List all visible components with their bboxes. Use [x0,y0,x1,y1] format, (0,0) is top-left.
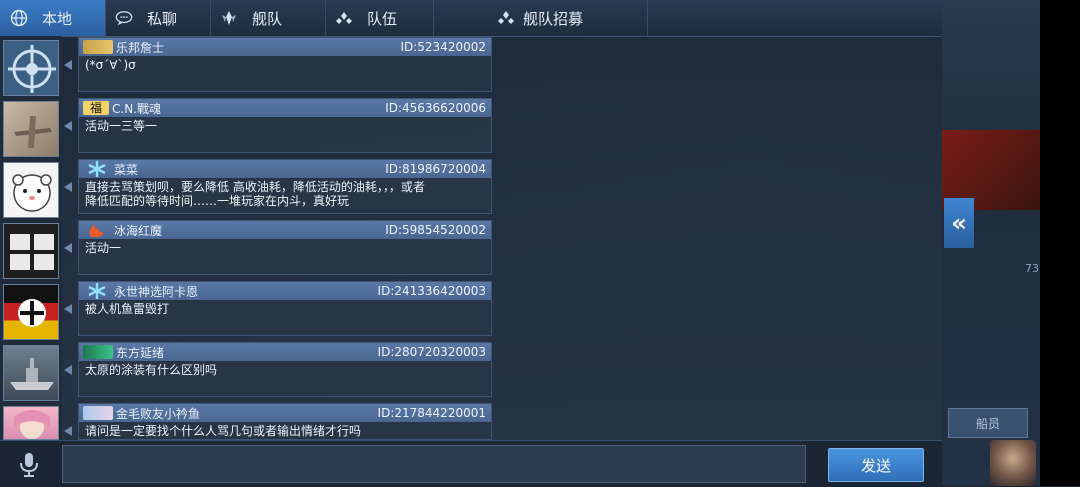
message-header: 菜菜 ID:81986720004 [79,160,491,178]
message-text: 直接去骂策划呗，要么降低 高收油耗，降低活动的油耗，，，或者降低匹配的等待时间…… [85,180,425,208]
arrow-indicator [64,60,72,70]
avatar[interactable] [3,406,59,440]
chat-message[interactable]: 乐邦詹士 ID:523420002 (*σ´∀`)σ [78,37,492,92]
collapse-panel-button[interactable]: « [944,198,974,248]
message-text: 活动一 [85,241,122,255]
sender-id: ID:280720320003 [377,345,486,359]
message-header: 东方延绪 ID:280720320003 [79,343,491,361]
leaf-badge-icon [83,345,113,359]
avatar-column [0,36,62,440]
sender-name: 冰海红魔 [114,223,163,238]
chat-text-input[interactable] [62,445,806,483]
tab-fleet[interactable]: 舰队 [210,0,326,36]
chat-message[interactable]: 永世神选阿卡恩 ID:241336420003 被人机鱼雷毁打 [78,281,492,336]
rank-badge-icon [83,40,113,54]
chat-input-bar: 发送 [0,440,942,487]
message-text: (*σ´∀`)σ [85,58,136,72]
sender-name: 乐邦詹士 [116,40,165,55]
fortune-badge-icon: 福 [83,101,109,115]
sender-id: ID:81986720004 [385,162,486,176]
voice-input-button[interactable] [0,441,58,487]
sender-name: 菜菜 [114,162,139,177]
crew-tab[interactable]: 船员 [948,408,1028,438]
tab-label: 本地 [42,9,73,28]
chat-tabs: 本地 私聊 舰队 队伍 舰队招募 [0,0,942,37]
double-chevron-left-icon: « [951,209,967,237]
chat-message[interactable]: 金毛败友小衿鱼 ID:217844220001 请问是一定要找个什么人骂几句或者… [78,403,492,440]
chat-message[interactable]: 东方延绪 ID:280720320003 太原的涂装有什么区别吗 [78,342,492,397]
sender-name: C.N.戰魂 [112,101,161,116]
sender-id: ID:241336420003 [377,284,486,298]
portrait-badge-icon [83,406,113,420]
globe-icon [10,9,28,27]
arrow-indicator [64,243,72,253]
avatar[interactable] [3,101,59,157]
tab-fleet-recruit[interactable]: 舰队招募 [433,0,648,36]
screen-edge [1040,0,1080,486]
sender-name: 东方延绪 [116,345,165,360]
arrow-indicator [64,182,72,192]
sender-name: 永世神选阿卡恩 [114,284,199,299]
sender-id: ID:217844220001 [377,406,486,420]
chat-message[interactable]: 福 C.N.戰魂 ID:45636620006 活动一三等一 [78,98,492,153]
avatar[interactable] [3,284,59,340]
chat-message[interactable]: 菜菜 ID:81986720004 直接去骂策划呗，要么降低 高收油耗，降低活动… [78,159,492,214]
sender-id: ID:45636620006 [385,101,486,115]
message-header: 福 C.N.戰魂 ID:45636620006 [79,99,491,117]
chat-message[interactable]: 冰海红魔 ID:59854520002 活动一 [78,220,492,275]
flame-badge-icon [83,223,111,237]
tab-private-chat[interactable]: 私聊 [105,0,211,36]
recruit-icon [497,9,515,27]
avatar[interactable] [3,223,59,279]
tab-team[interactable]: 队伍 [325,0,434,36]
message-header: 金毛败友小衿鱼 ID:217844220001 [79,404,491,422]
message-header: 乐邦詹士 ID:523420002 [79,38,491,56]
fleet-emblem-icon [220,9,238,27]
microphone-icon [20,453,38,477]
tab-label: 私聊 [147,9,178,28]
snowflake-badge-icon [83,283,111,299]
team-icon [335,9,353,27]
arrow-indicator [64,426,72,436]
arrow-indicator [64,304,72,314]
send-button[interactable]: 发送 [828,448,924,482]
snowflake-badge-icon [83,161,111,177]
avatar[interactable] [3,162,59,218]
message-text: 被人机鱼雷毁打 [85,302,170,316]
message-header: 永世神选阿卡恩 ID:241336420003 [79,282,491,300]
tab-local[interactable]: 本地 [0,0,106,36]
tab-label: 队伍 [367,9,398,28]
message-header: 冰海红魔 ID:59854520002 [79,221,491,239]
player-avatar[interactable] [990,440,1036,486]
message-text: 活动一三等一 [85,119,158,133]
arrow-indicator [64,365,72,375]
avatar[interactable] [3,345,59,401]
message-text: 太原的涂装有什么区别吗 [85,363,218,377]
tab-label: 舰队 [252,9,283,28]
tab-label: 舰队招募 [522,9,583,28]
sender-id: ID:59854520002 [385,223,486,237]
chat-bubble-icon [115,9,133,27]
avatar[interactable] [3,40,59,96]
message-text: 请问是一定要找个什么人骂几句或者输出情绪才行吗 [85,424,362,438]
sender-name: 金毛败友小衿鱼 [116,406,201,421]
arrow-indicator [64,121,72,131]
sender-id: ID:523420002 [400,40,486,54]
